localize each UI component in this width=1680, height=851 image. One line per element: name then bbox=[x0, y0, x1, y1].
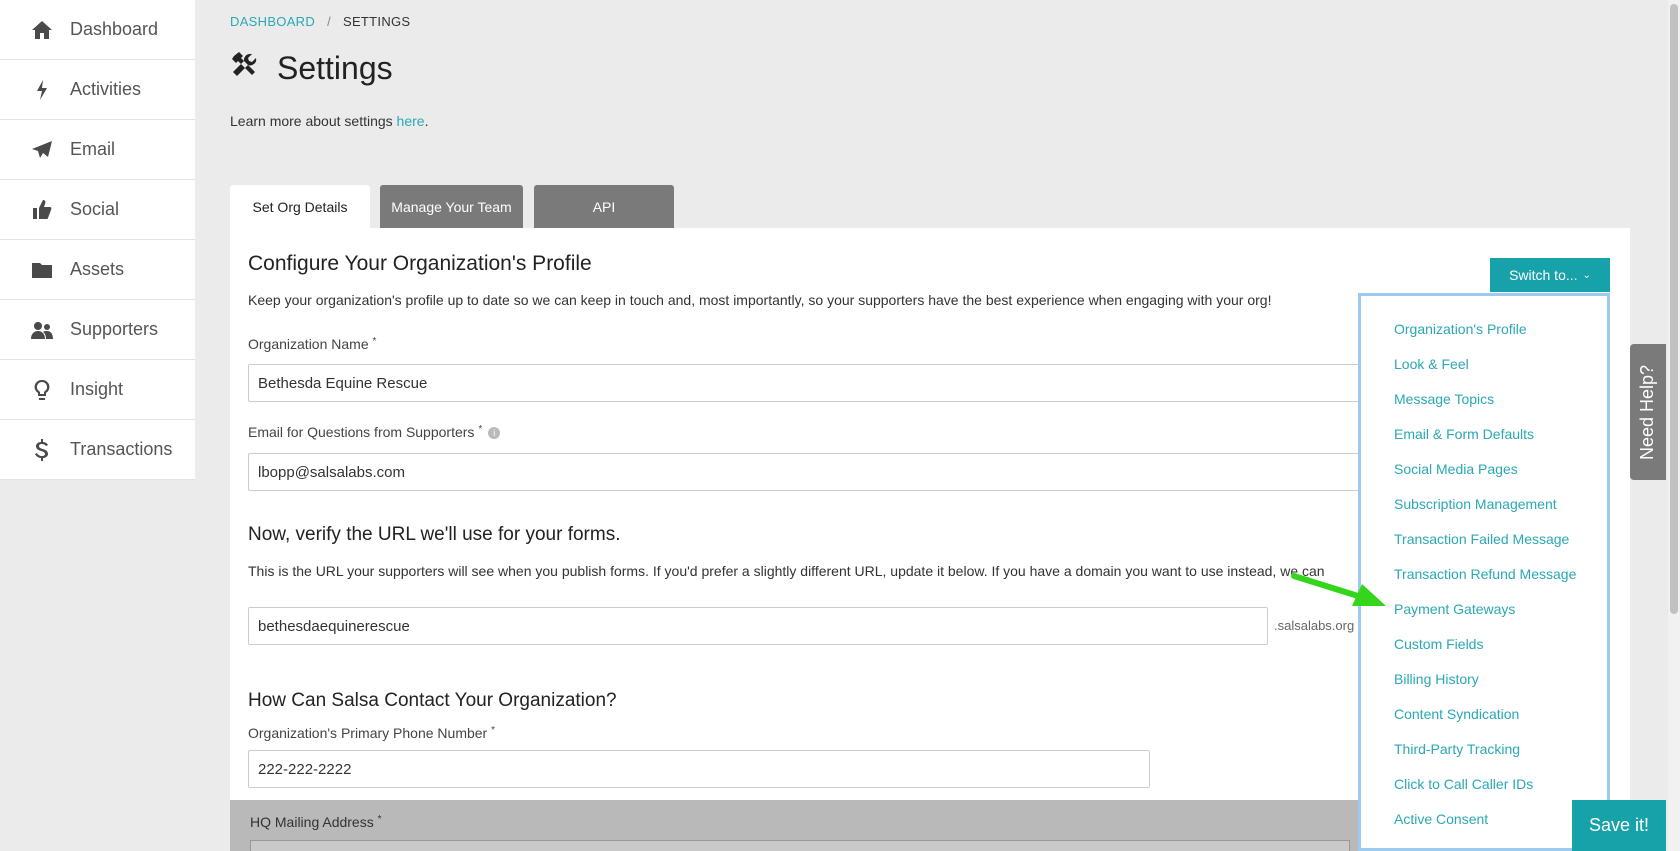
contact-heading: How Can Salsa Contact Your Organization? bbox=[248, 690, 617, 711]
menu-item-payment-gateways[interactable]: Payment Gateways bbox=[1361, 592, 1607, 627]
page-title: Settings bbox=[230, 50, 393, 87]
sidebar-item-label: Social bbox=[70, 199, 120, 219]
required-mark: * bbox=[478, 424, 483, 435]
folder-icon bbox=[22, 258, 62, 282]
switch-to-label: Switch to... bbox=[1509, 267, 1578, 283]
tab-manage-your-team[interactable]: Manage Your Team bbox=[380, 185, 523, 229]
sidebar-item-label: Activities bbox=[70, 79, 142, 99]
required-mark: * bbox=[372, 336, 377, 347]
sidebar-item-label: Email bbox=[70, 139, 116, 159]
sidebar-item-supporters[interactable]: Supporters bbox=[0, 300, 195, 360]
learn-more-link[interactable]: here bbox=[397, 113, 425, 129]
switch-to-menu: Organization's Profile Look & Feel Messa… bbox=[1358, 293, 1610, 851]
breadcrumb-dashboard-link[interactable]: DASHBOARD bbox=[230, 14, 315, 29]
menu-item-content-syndication[interactable]: Content Syndication bbox=[1361, 697, 1607, 732]
annotation-arrow-icon bbox=[1291, 573, 1386, 606]
thumbs-up-icon bbox=[22, 198, 62, 222]
org-name-label: Organization Name * bbox=[248, 336, 376, 352]
breadcrumb: DASHBOARD / SETTINGS bbox=[230, 14, 410, 29]
email-input[interactable] bbox=[248, 453, 1378, 491]
menu-item-billing-history[interactable]: Billing History bbox=[1361, 662, 1607, 697]
org-name-input[interactable] bbox=[248, 364, 1378, 402]
need-help-label: Need Help? bbox=[1637, 364, 1658, 460]
sidebar-item-assets[interactable]: Assets bbox=[0, 240, 195, 300]
menu-item-third-party-tracking[interactable]: Third-Party Tracking bbox=[1361, 732, 1607, 767]
scrollbar-thumb[interactable] bbox=[1670, 4, 1678, 614]
address-label: HQ Mailing Address * bbox=[250, 814, 382, 830]
menu-item-transaction-failed-message[interactable]: Transaction Failed Message bbox=[1361, 522, 1607, 557]
menu-item-transaction-refund-message[interactable]: Transaction Refund Message bbox=[1361, 557, 1607, 592]
phone-label-text: Organization's Primary Phone Number bbox=[248, 725, 488, 741]
sidebar-item-insight[interactable]: Insight bbox=[0, 360, 195, 420]
url-description: This is the URL your supporters will see… bbox=[248, 563, 1325, 579]
org-name-label-text: Organization Name bbox=[248, 336, 369, 352]
sidebar-item-label: Transactions bbox=[70, 439, 173, 459]
tools-icon bbox=[230, 50, 262, 87]
required-mark: * bbox=[377, 814, 382, 825]
save-button[interactable]: Save it! bbox=[1572, 800, 1666, 851]
paper-plane-icon bbox=[22, 138, 62, 162]
url-suffix: .salsalabs.org bbox=[1274, 618, 1355, 633]
menu-item-organizations-profile[interactable]: Organization's Profile bbox=[1361, 312, 1607, 347]
dollar-icon bbox=[22, 438, 62, 462]
email-label: Email for Questions from Supporters * i bbox=[248, 424, 501, 440]
sidebar-item-activities[interactable]: Activities bbox=[0, 60, 195, 120]
breadcrumb-separator: / bbox=[327, 14, 331, 29]
breadcrumb-current: SETTINGS bbox=[342, 14, 411, 29]
learn-more-prefix: Learn more about settings bbox=[230, 113, 397, 129]
menu-item-subscription-management[interactable]: Subscription Management bbox=[1361, 487, 1607, 522]
menu-item-active-consent[interactable]: Active Consent bbox=[1361, 802, 1607, 837]
menu-item-custom-fields[interactable]: Custom Fields bbox=[1361, 627, 1607, 662]
phone-input[interactable] bbox=[248, 750, 1150, 788]
sidebar-item-transactions[interactable]: Transactions bbox=[0, 420, 195, 480]
learn-more-suffix: . bbox=[424, 113, 429, 129]
sidebar-item-label: Supporters bbox=[70, 319, 159, 339]
sidebar-item-label: Dashboard bbox=[70, 19, 159, 39]
required-mark: * bbox=[491, 725, 496, 736]
switch-to-button[interactable]: Switch to... ⌄ bbox=[1490, 258, 1610, 292]
sidebar-item-label: Assets bbox=[70, 259, 125, 279]
home-icon bbox=[22, 18, 62, 42]
profile-description: Keep your organization's profile up to d… bbox=[248, 292, 1272, 308]
address-input[interactable] bbox=[250, 840, 1350, 851]
tab-api[interactable]: API bbox=[534, 185, 674, 229]
lightbulb-icon bbox=[22, 378, 62, 402]
menu-item-click-to-call-caller-ids[interactable]: Click to Call Caller IDs bbox=[1361, 767, 1607, 802]
profile-heading: Configure Your Organization's Profile bbox=[248, 252, 592, 275]
sidebar-item-label: Insight bbox=[70, 379, 124, 399]
menu-item-message-topics[interactable]: Message Topics bbox=[1361, 382, 1607, 417]
menu-item-email-form-defaults[interactable]: Email & Form Defaults bbox=[1361, 417, 1607, 452]
sidebar-item-dashboard[interactable]: Dashboard bbox=[0, 0, 195, 60]
sidebar-item-social[interactable]: Social bbox=[0, 180, 195, 240]
email-label-text: Email for Questions from Supporters bbox=[248, 424, 475, 440]
bolt-icon bbox=[22, 78, 62, 102]
page-title-text: Settings bbox=[277, 50, 393, 86]
sidebar-item-email[interactable]: Email bbox=[0, 120, 195, 180]
tab-set-org-details[interactable]: Set Org Details bbox=[230, 185, 370, 229]
chevron-down-icon: ⌄ bbox=[1582, 269, 1591, 281]
info-icon[interactable]: i bbox=[488, 427, 501, 440]
phone-label: Organization's Primary Phone Number * bbox=[248, 725, 495, 741]
users-icon bbox=[22, 318, 62, 342]
menu-item-look-and-feel[interactable]: Look & Feel bbox=[1361, 347, 1607, 382]
menu-item-social-media-pages[interactable]: Social Media Pages bbox=[1361, 452, 1607, 487]
learn-more-text: Learn more about settings here. bbox=[230, 113, 428, 129]
address-label-text: HQ Mailing Address bbox=[250, 814, 374, 830]
url-heading: Now, verify the URL we'll use for your f… bbox=[248, 524, 621, 545]
need-help-tab[interactable]: Need Help? bbox=[1630, 344, 1666, 480]
sidebar-nav: Dashboard Activities Email Social Assets… bbox=[0, 0, 195, 480]
url-input[interactable] bbox=[248, 607, 1268, 645]
page-scrollbar[interactable] bbox=[1668, 0, 1680, 851]
